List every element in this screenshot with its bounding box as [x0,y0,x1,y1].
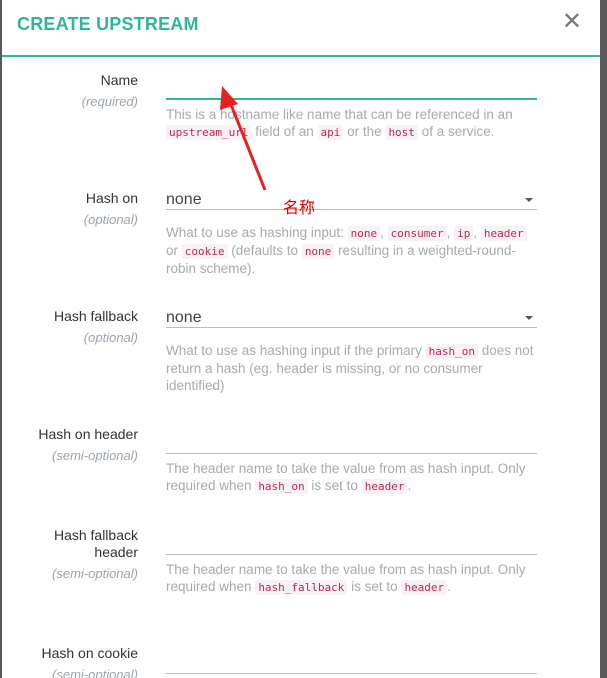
code-snippet: consumer [387,226,447,241]
modal-header: CREATE UPSTREAM ✕ [2,0,600,57]
help-segment: is set to [347,579,402,594]
field-label: Hash fallback (optional) [8,308,138,346]
help-segment: of a service. [417,124,495,139]
field-label: Hash on cookie (semi-optional) [8,645,138,678]
code-snippet: api [317,125,344,140]
label-qualifier: (optional) [83,330,138,345]
label-qualifier: (semi-optional) [52,667,138,678]
field-label: Name (required) [8,72,138,110]
close-icon[interactable]: ✕ [562,10,582,34]
help-segment: , [380,225,388,240]
code-snippet: none [301,244,335,259]
code-snippet: none [347,226,381,241]
help-segment: or the [343,124,386,139]
help-segment: (defaults to [227,243,302,258]
label-qualifier: (semi-optional) [52,448,138,463]
hash-on-cookie-input[interactable] [166,654,537,674]
help-segment: . [447,579,451,594]
code-snippet: hash_fallback [255,580,348,595]
help-text: The header name to take the value from a… [166,561,536,596]
hash-fallback-header-input[interactable] [166,535,537,555]
help-segment: What to use as hashing input: [166,225,348,240]
name-input[interactable] [166,80,537,100]
field-label: Hash on (optional) [8,190,138,228]
code-snippet: cookie [181,244,228,259]
field-label: Hash fallback header (semi-optional) [8,527,138,582]
field-value: none [166,309,202,326]
chevron-down-icon [525,198,533,202]
help-segment: , [446,225,455,240]
field-value: none [166,191,202,208]
help-segment: or [166,243,182,258]
code-snippet: header [401,580,448,595]
code-snippet: header [480,226,527,241]
help-text: This is a hostname like name that can be… [166,106,536,141]
help-text: What to use as hashing input: none, cons… [166,224,536,277]
chevron-down-icon [525,316,533,320]
label-qualifier: (required) [81,94,138,109]
modal-title: CREATE UPSTREAM [17,14,199,34]
help-segment: , [473,225,481,240]
create-upstream-modal: CREATE UPSTREAM ✕ Name (required) This i… [2,0,600,678]
label-qualifier: (optional) [83,212,138,227]
annotation-text: 名称 [283,198,316,217]
label-text: Hash fallback [53,308,138,324]
label-text: Hash on header [38,426,138,442]
hash-on-select[interactable]: none [166,190,537,210]
code-snippet: hash_on [425,344,478,359]
field-label: Hash on header (semi-optional) [8,426,138,464]
code-snippet: hash_on [255,479,308,494]
label-text: Hash on [85,190,138,206]
help-text: What to use as hashing input if the prim… [166,342,536,394]
code-snippet: upstream_url [166,125,252,140]
help-segment: What to use as hashing input if the prim… [166,343,426,358]
hash-on-header-input[interactable] [166,434,537,454]
help-text: The header name to take the value from a… [166,460,536,495]
code-snippet: host [385,125,418,140]
label-text: Name [100,72,138,88]
help-segment: is set to [307,478,362,493]
code-snippet: header [361,479,408,494]
help-segment: This is a hostname like name that can be… [166,107,513,122]
help-segment: . [407,478,412,493]
code-snippet: ip [454,226,474,241]
label-text: Hash fallback header [53,527,138,560]
label-qualifier: (semi-optional) [52,566,138,581]
help-segment: field of an [251,124,318,139]
label-text: Hash on cookie [41,645,138,661]
hash-fallback-select[interactable]: none [166,308,537,328]
